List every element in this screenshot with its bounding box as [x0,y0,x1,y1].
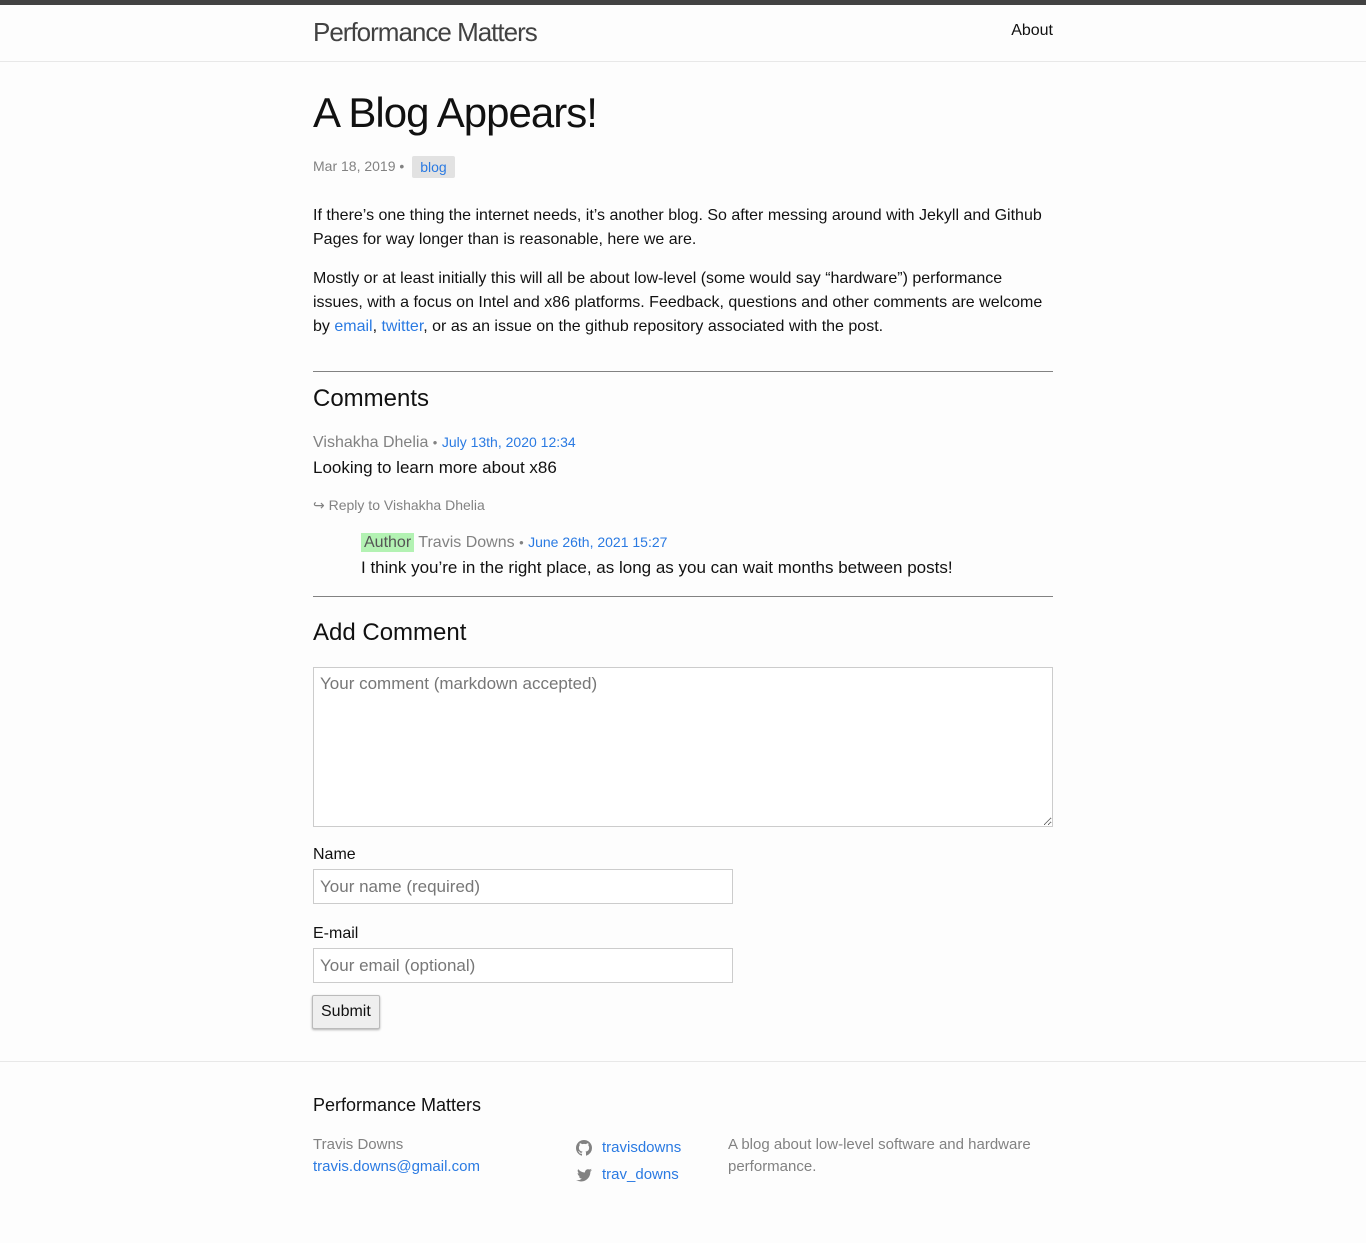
comment: Vishakha Dhelia • July 13th, 2020 12:34 … [313,430,1053,581]
comment-textarea[interactable] [313,667,1053,827]
site-header: Performance Matters About [0,0,1366,62]
reply-button[interactable]: ↪ Reply to Vishakha Dhelia [313,493,1053,517]
comment-date-link[interactable]: July 13th, 2020 12:34 [442,434,576,450]
github-link[interactable]: travisdowns [602,1134,681,1161]
post-content: If there’s one thing the internet needs,… [313,204,1053,339]
submit-button[interactable]: Submit [312,995,380,1029]
reply-author: Travis Downs [418,534,515,551]
reply-body: I think you’re in the right place, as lo… [361,558,953,577]
email-input[interactable] [313,948,733,983]
email-link[interactable]: email [334,318,372,335]
comments-title: Comments [313,385,430,412]
footer-social: travisdowns trav_downs [576,1134,681,1188]
add-comment-title: Add Comment [313,619,467,646]
meta-separator: • [399,158,405,174]
footer-heading: Performance Matters [313,1095,482,1115]
add-comment-section: Add Comment Name E-mail Submit [312,617,1053,1029]
footer-description: A blog about low-level software and hard… [728,1136,1031,1175]
post-paragraph-2: Mostly or at least initially this will a… [313,267,1053,339]
comment-author: Vishakha Dhelia [313,434,429,451]
twitter-link[interactable]: twitter [381,318,423,335]
twitter-profile-link[interactable]: trav_downs [602,1161,679,1188]
reply-separator: • [519,535,524,550]
email-label: E-mail [313,925,359,942]
footer-email-link[interactable]: travis.downs@gmail.com [313,1158,480,1175]
reply-date-link[interactable]: June 26th, 2021 15:27 [528,534,667,550]
name-label: Name [313,846,356,863]
footer-author-name: Travis Downs [313,1136,404,1153]
post: A Blog Appears! Mar 18, 2019 • blog If t… [313,62,1053,339]
post-date: Mar 18, 2019 [313,158,396,174]
divider [313,596,1053,597]
site-nav: About [1011,19,1053,43]
comment-meta: Vishakha Dhelia • July 13th, 2020 12:34 [313,430,1053,455]
comment-body: Looking to learn more about x86 [313,458,557,477]
tag-blog-link[interactable]: blog [412,156,455,179]
main-content: A Blog Appears! Mar 18, 2019 • blog If t… [312,62,1053,1029]
github-icon [576,1139,592,1156]
comments-section: Comments Vishakha Dhelia • July 13th, 20… [313,383,1053,581]
nav-about-link[interactable]: About [1011,22,1053,39]
site-title-link[interactable]: Performance Matters [313,14,538,50]
name-input[interactable] [313,869,733,904]
site-footer: Performance Matters Travis Downs travis.… [0,1061,1366,1243]
post-meta: Mar 18, 2019 • blog [313,154,1053,179]
post-paragraph-1: If there’s one thing the internet needs,… [313,207,1042,248]
twitter-icon [576,1168,592,1181]
author-badge: Author [361,533,415,552]
reply-meta: Author Travis Downs • June 26th, 2021 15… [361,530,1053,555]
comment-separator: • [432,435,438,450]
divider [313,371,1053,372]
post-paragraph-2-tail: , or as an issue on the github repositor… [423,318,884,335]
footer-contact: Travis Downs travis.downs@gmail.com [313,1134,480,1178]
post-title: A Blog Appears! [313,89,598,136]
reply-comment: Author Travis Downs • June 26th, 2021 15… [361,530,1053,581]
